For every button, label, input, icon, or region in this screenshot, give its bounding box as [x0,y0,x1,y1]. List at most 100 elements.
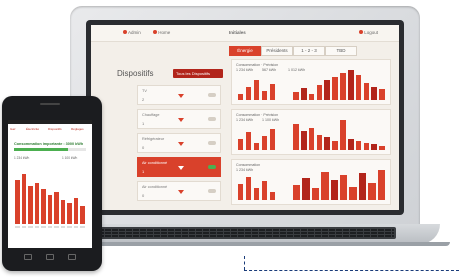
phone-nav-dispositifs[interactable]: Dispositifs [48,127,62,131]
devices-dropdown[interactable]: Tous les Dispositifs [173,69,223,78]
recent-apps-icon[interactable] [68,254,76,260]
mini-bar [246,132,251,150]
chart-bar [300,88,307,100]
chart-bar [311,188,320,200]
chart-bar [332,77,338,100]
phone-chart-bar [80,206,85,224]
chart-bar [340,175,348,200]
panel-stat: 1 100 kWh [262,118,280,122]
device-label: Air conditionné [142,161,168,165]
chart-bar [293,185,301,200]
device-item[interactable]: Chauffage 1 [137,109,221,129]
mini-bar [238,139,243,150]
wifi-icon [178,142,184,146]
panel-stat: 567 kWh [262,68,277,72]
mini-bar [270,84,275,100]
chart-bar [371,144,378,150]
toggle-icon[interactable] [208,141,216,145]
toggle-icon[interactable] [208,189,216,193]
phone-stat-left: 1 234 kWh [14,156,30,160]
logout-icon [359,30,363,34]
mini-bar [238,184,243,200]
mini-bar [254,80,259,100]
phone-axis-tick [80,226,85,228]
chart-bar [379,89,385,100]
phone-chart-bar [15,179,20,224]
panel-legend: Consommation [236,163,261,167]
devices-title: Dispositifs [117,69,154,78]
app-topbar: Admin Home Initiales Logout [91,25,399,42]
chart-bar [379,146,385,150]
device-label: Chauffage [142,113,160,117]
dashed-connector-vertical [244,256,245,270]
phone-axis-tick [34,226,40,228]
phone-axis-tick [54,226,59,228]
mini-bar [262,181,267,200]
phone-nav-gaz[interactable]: Gaz [10,127,16,131]
home-icon [153,30,157,34]
phone-consumption-label: Consommation importante : 3000 kWh [14,142,84,146]
phone-nav-electricite[interactable]: Électricité [26,127,39,131]
panel-stat: 1 234 kWh [236,168,254,172]
device-item[interactable]: Air conditionné 1 [137,157,221,177]
mini-bar [254,188,259,200]
chart-bar [347,70,354,100]
panel-legend: Consommation · Prévision [236,113,279,117]
chart-bar [308,94,315,100]
phone-bottom-icons [24,254,76,260]
chart-bar [349,186,357,200]
home-link[interactable]: Home [153,30,170,35]
admin-link[interactable]: Admin [123,30,141,35]
panel-stat: 1 012 kWh [288,68,306,72]
phone-chart-bar [67,203,72,224]
chart-bar [355,140,362,150]
chart-bar [355,74,362,100]
device-item[interactable]: TV 2 [137,85,221,105]
phone-axis-tick [73,226,79,228]
chart-bar [324,136,331,150]
home-icon[interactable] [46,254,54,260]
mini-bar [270,129,275,150]
device-value: 1 [142,169,145,174]
toggle-icon[interactable] [208,117,216,121]
chart-bar [363,142,370,150]
phone-axis-tick [67,226,72,228]
chart-panel-1: Consommation · Prévision 1 234 kWh 567 kWh… [231,59,391,105]
toggle-icon[interactable] [208,93,216,97]
chart-bar [300,131,307,150]
phone-progress-fill [14,148,68,151]
device-label: TV [142,89,147,93]
phone-axis-tick [21,226,27,228]
back-icon[interactable] [24,254,32,260]
phone-statusbar [8,120,92,124]
phone-chart-bar [47,194,53,224]
phone-progress-track [14,148,86,151]
toggle-icon[interactable] [208,165,216,169]
device-item[interactable]: Réfrigérateur 0 [137,133,221,153]
phone-nav-reglages[interactable]: Réglages [71,127,84,131]
phone-chart-bar [41,188,46,224]
tab-tbd[interactable]: TBD [325,46,357,56]
phone-chart-bar [28,185,33,224]
phone-axis-tick [41,226,46,228]
chart-bar [321,171,329,200]
admin-icon [123,30,127,34]
phone-chart-bar [34,182,40,224]
chart-bar [347,138,354,150]
laptop-base-lip [45,242,450,246]
panel-stat: 1 234 kWh [236,68,254,72]
mini-bar [238,94,243,100]
tab-presidents[interactable]: Présidents [261,46,293,56]
device-item[interactable]: Air conditionné 0 [137,181,221,201]
tab-energie[interactable]: Énergie [229,46,261,56]
logout-link[interactable]: Logout [359,30,378,35]
phone-chart-bar [60,200,66,224]
laptop-app: Admin Home Initiales Logout Énergie Prés… [91,25,399,210]
device-label: Réfrigérateur [142,137,165,141]
chart-bar [293,92,299,100]
tab-123[interactable]: 1 - 2 - 3 [293,46,325,56]
chart-bar [340,73,346,100]
phone-chart-bar [73,197,79,224]
phone-chart-bar [54,191,59,224]
phone-speaker [40,103,60,105]
